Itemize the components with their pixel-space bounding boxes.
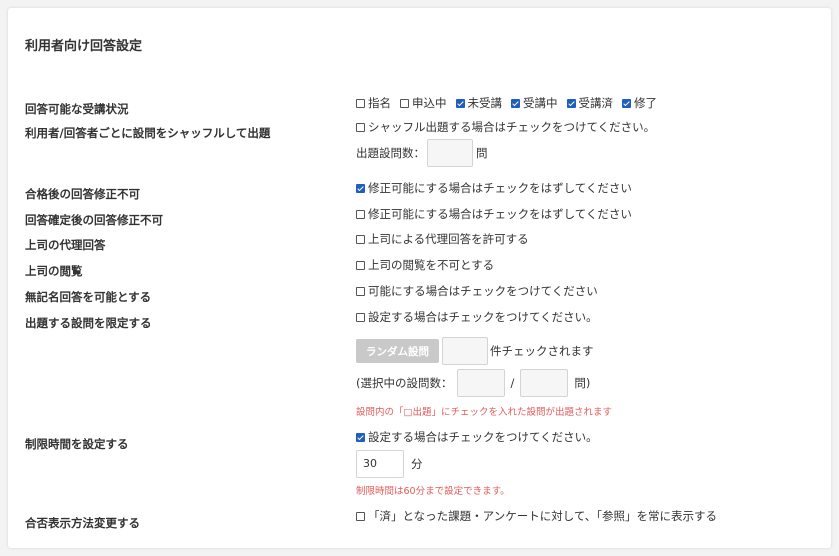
- result-display-label: 合否表示方法変更する: [25, 516, 140, 530]
- attendance-option-not-attended[interactable]: 未受講: [455, 95, 503, 111]
- pass-edit-checkbox-label: 修正可能にする場合はチェックをはずしてください: [368, 181, 632, 195]
- checkbox[interactable]: [566, 98, 576, 108]
- shuffle-count-row: 出題設問数： 問: [356, 138, 488, 168]
- limit-questions-checkbox-label: 設定する場合はチェックをつけてください。: [368, 310, 598, 324]
- shuffle-label: 利用者/回答者ごとに設問をシャッフルして出題: [25, 126, 271, 140]
- proxy-answer-checkbox[interactable]: [356, 234, 365, 244]
- option-label: 修了: [634, 96, 657, 110]
- option-label: 未受講: [467, 96, 503, 110]
- attendance-options: 指名 申込中 未受講 受講中 受講済 修了: [356, 94, 666, 112]
- random-questions-button[interactable]: ランダム設問: [356, 339, 439, 363]
- supervisor-view-checkbox[interactable]: [356, 260, 365, 270]
- time-limit-label: 制限時間を設定する: [25, 437, 129, 451]
- option-label: 受講中: [523, 96, 558, 110]
- result-display-checkbox[interactable]: [356, 511, 365, 521]
- selected-count-row: (選択中の設問数： / 問): [356, 368, 590, 398]
- count-separator: /: [510, 376, 515, 390]
- attendance-option-nominated[interactable]: 指名: [356, 95, 391, 111]
- shuffle-checkbox[interactable]: [356, 122, 365, 132]
- setting-label-supervisor-view: 上司の閲覧: [25, 264, 83, 278]
- selected-count-prefix: (選択中の設問数：: [356, 376, 453, 390]
- option-label: 受講済: [578, 96, 614, 110]
- section-title: 利用者向け回答設定: [25, 39, 143, 54]
- time-limit-value-row: 30 分: [356, 449, 423, 479]
- checkbox[interactable]: [400, 98, 409, 108]
- pass-edit-checkbox[interactable]: [356, 183, 365, 193]
- limit-questions-label: 出題する設問を限定する: [25, 316, 152, 330]
- setting-option-confirm-edit[interactable]: 修正可能にする場合はチェックをはずしてください: [356, 205, 632, 223]
- anonymous-checkbox[interactable]: [356, 286, 365, 296]
- option-label: 申込中: [412, 96, 447, 110]
- selected-count-suffix: 問): [574, 376, 591, 390]
- total-count-input[interactable]: [520, 369, 569, 397]
- selected-count-input[interactable]: [456, 369, 505, 397]
- option-label: 指名: [368, 96, 391, 110]
- attendance-option-completed[interactable]: 修了: [622, 95, 657, 111]
- time-limit-option[interactable]: 設定する場合はチェックをつけてください。: [356, 428, 598, 446]
- random-count-suffix: 件チェックされます: [490, 344, 594, 358]
- random-questions-row: ランダム設問 件チェックされます: [356, 336, 594, 366]
- time-limit-note: 制限時間は60分まで設定できます。: [356, 486, 510, 497]
- limit-questions-option[interactable]: 設定する場合はチェックをつけてください。: [356, 308, 598, 326]
- random-count-input[interactable]: [442, 337, 488, 365]
- setting-option-proxy-answer[interactable]: 上司による代理回答を許可する: [356, 230, 529, 248]
- supervisor-view-checkbox-label: 上司の閲覧を不可とする: [368, 258, 495, 272]
- setting-label-anonymous: 無記名回答を可能とする: [25, 290, 152, 304]
- attendance-option-attended[interactable]: 受講済: [566, 95, 614, 111]
- attendance-label: 回答可能な受講状況: [25, 102, 129, 116]
- checkbox[interactable]: [356, 98, 365, 108]
- shuffle-count-input[interactable]: [427, 139, 473, 167]
- anonymous-checkbox-label: 可能にする場合はチェックをつけてください: [368, 284, 598, 298]
- limit-questions-note: 設問内の「□出題」にチェックを入れた設問が出題されます: [356, 407, 612, 418]
- setting-option-pass-edit[interactable]: 修正可能にする場合はチェックをはずしてください: [356, 179, 632, 197]
- limit-questions-checkbox[interactable]: [356, 312, 365, 322]
- checkbox[interactable]: [622, 98, 631, 108]
- setting-label-proxy-answer: 上司の代理回答: [25, 238, 106, 252]
- time-limit-input[interactable]: 30: [356, 450, 404, 478]
- result-display-option[interactable]: 「済」となった課題・アンケートに対して、「参照」を常に表示する: [356, 507, 717, 525]
- time-limit-unit: 分: [411, 457, 423, 471]
- confirm-edit-checkbox[interactable]: [356, 209, 365, 219]
- checkbox[interactable]: [455, 98, 465, 108]
- confirm-edit-checkbox-label: 修正可能にする場合はチェックをはずしてください: [368, 207, 632, 221]
- shuffle-option[interactable]: シャッフル出題する場合はチェックをつけてください。: [356, 118, 655, 136]
- setting-label-pass-edit: 合格後の回答修正不可: [25, 187, 140, 201]
- shuffle-count-label: 出題設問数：: [356, 146, 425, 160]
- setting-option-supervisor-view[interactable]: 上司の閲覧を不可とする: [356, 256, 494, 274]
- answer-settings-panel: 利用者向け回答設定 回答可能な受講状況 指名 申込中 未受講 受講中 受講済 修…: [8, 8, 831, 548]
- result-display-checkbox-label: 「済」となった課題・アンケートに対して、「参照」を常に表示する: [368, 509, 718, 523]
- shuffle-checkbox-label: シャッフル出題する場合はチェックをつけてください。: [368, 120, 656, 134]
- time-limit-checkbox[interactable]: [356, 432, 365, 442]
- attendance-option-applying[interactable]: 申込中: [400, 95, 447, 111]
- checkbox[interactable]: [511, 98, 520, 108]
- proxy-answer-checkbox-label: 上司による代理回答を許可する: [368, 232, 529, 246]
- setting-option-anonymous[interactable]: 可能にする場合はチェックをつけてください: [356, 282, 598, 300]
- attendance-option-attending[interactable]: 受講中: [511, 95, 558, 111]
- shuffle-count-unit: 問: [476, 146, 488, 160]
- setting-label-confirm-edit: 回答確定後の回答修正不可: [25, 213, 163, 227]
- time-limit-checkbox-label: 設定する場合はチェックをつけてください。: [368, 430, 598, 444]
